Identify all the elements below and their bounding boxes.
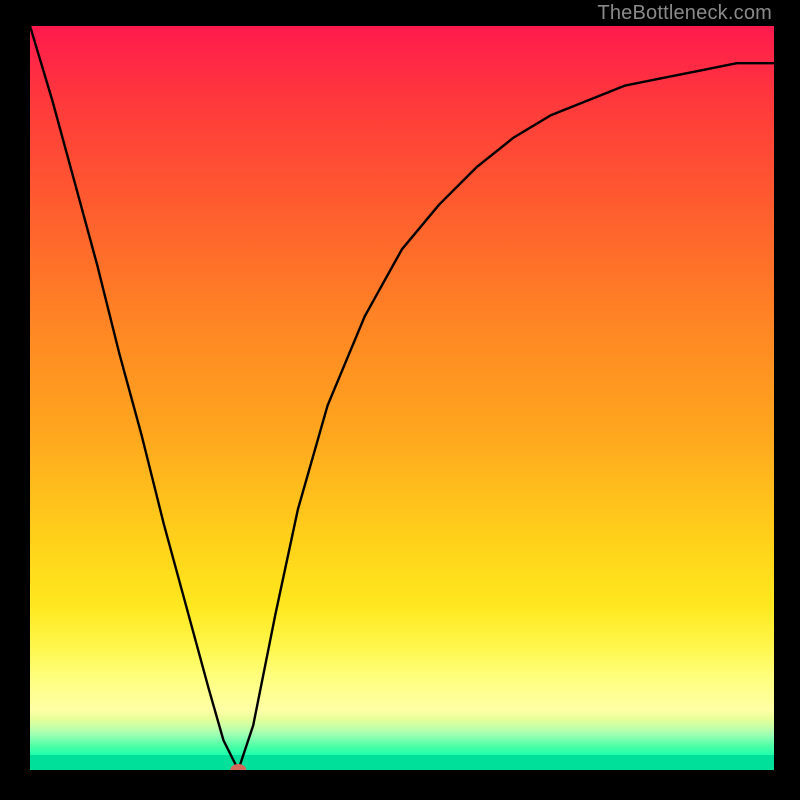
gradient-transition — [30, 710, 774, 755]
watermark-text: TheBottleneck.com — [597, 2, 772, 25]
gradient-green — [30, 755, 774, 770]
gradient-red-orange — [30, 26, 774, 606]
gradient-yellow — [30, 606, 774, 710]
background-gradient — [30, 26, 774, 770]
plot-area — [30, 26, 774, 770]
chart-frame: TheBottleneck.com — [0, 0, 800, 800]
